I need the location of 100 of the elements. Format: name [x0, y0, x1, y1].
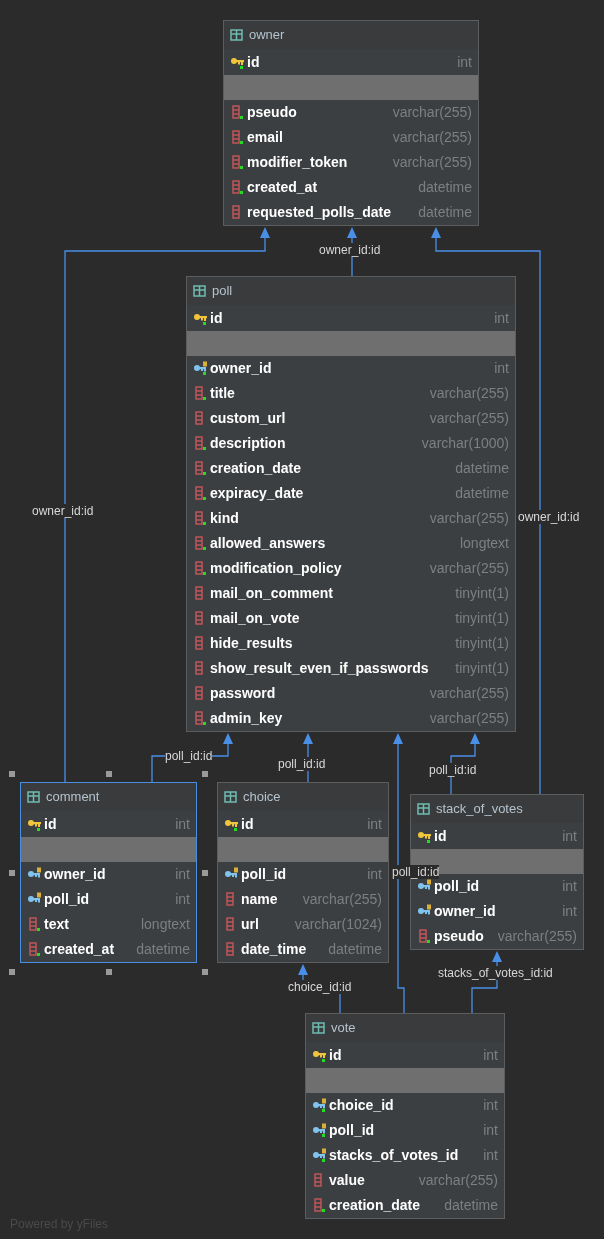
selection-handle[interactable] [202, 771, 208, 777]
column-type: int [367, 814, 382, 834]
table-card[interactable] [186, 276, 516, 732]
column-name: pseudo [434, 927, 484, 946]
column-name: owner_id [434, 902, 496, 921]
column-name: expiracy_date [210, 484, 304, 503]
selection-handle[interactable] [202, 969, 208, 975]
column-type: int [367, 865, 382, 884]
column-name: id [44, 814, 57, 834]
column-type: varchar(1000) [421, 434, 509, 453]
table-name: owner [249, 26, 285, 45]
column-name: modification_policy [210, 559, 342, 578]
relation-label: owner_id:id [319, 243, 381, 257]
column-name: created_at [44, 940, 115, 959]
relation-label: poll_id:id [278, 757, 326, 771]
column-type: int [175, 890, 190, 909]
column-name: id [210, 308, 223, 328]
column-name: kind [210, 509, 239, 528]
column-name: creation_date [329, 1196, 421, 1215]
column-type: tinyint(1) [455, 659, 509, 678]
relation-label: owner_id:id [518, 510, 580, 524]
column-name: choice_id [329, 1096, 394, 1115]
column-name: stacks_of_votes_id [329, 1146, 459, 1165]
column-name: show_result_even_if_passwords [210, 659, 429, 678]
column-type: int [494, 308, 509, 328]
column-name: creation_date [210, 459, 302, 478]
column-type: int [562, 902, 577, 921]
column-name: date_time [241, 940, 307, 959]
column-name: email [247, 128, 283, 147]
column-type: varchar(255) [429, 559, 509, 578]
column-type: datetime [444, 1196, 498, 1215]
column-name: description [210, 434, 286, 453]
column-type: varchar(255) [429, 509, 509, 528]
relation-label: stacks_of_votes_id:id [438, 966, 553, 980]
column-type: int [457, 52, 472, 72]
column-name: name [241, 890, 278, 909]
column-type: int [483, 1096, 498, 1115]
column-type: varchar(1024) [294, 915, 382, 934]
column-type: varchar(255) [429, 684, 509, 703]
table-card[interactable]: vote id int choice_id int poll_id int stacks_of_votes_id int value varchar(255) creation_date datetime [305, 1013, 505, 1219]
column-name: value [329, 1171, 365, 1190]
selection-handle[interactable] [9, 771, 15, 777]
column-type: datetime [418, 203, 472, 222]
column-type: tinyint(1) [455, 584, 509, 603]
column-type: varchar(255) [302, 890, 382, 909]
column-name: allowed_answers [210, 534, 326, 553]
column-type: int [175, 814, 190, 834]
column-name: id [434, 826, 447, 846]
column-type: int [494, 359, 509, 378]
column-type: datetime [455, 459, 509, 478]
column-name: title [210, 384, 235, 403]
column-type: varchar(255) [429, 709, 509, 728]
column-type: int [175, 865, 190, 884]
column-name: mail_on_vote [210, 609, 300, 628]
table-icon [230, 29, 243, 41]
column-type: int [483, 1146, 498, 1165]
column-type: datetime [455, 484, 509, 503]
table-name: poll [212, 282, 233, 301]
relation-label: poll_id:id [392, 865, 440, 879]
column-name: id [241, 814, 254, 834]
table-icon [417, 803, 430, 815]
table-icon [193, 285, 206, 297]
column-name: poll_id [241, 865, 287, 884]
column-type: int [483, 1121, 498, 1140]
table-card[interactable]: owner id int pseudo varchar(255) email varchar(255) modifier_token varchar(255) created_at datetime requested_polls_date datetime [223, 20, 479, 226]
column-type: int [562, 877, 577, 896]
column-type: varchar(255) [429, 384, 509, 403]
table-card[interactable]: comment id int owner_id int poll_id int text longtext created_at datetime [20, 782, 197, 963]
column-name: modifier_token [247, 153, 348, 172]
selection-handle[interactable] [202, 870, 208, 876]
column-name: created_at [247, 178, 318, 197]
column-name: text [44, 915, 69, 934]
relation-label: poll_id:id [165, 749, 213, 763]
column-type: varchar(255) [392, 153, 472, 172]
table-name: choice [243, 788, 281, 807]
column-name: owner_id [44, 865, 106, 884]
column-type: varchar(255) [392, 128, 472, 147]
column-name: pseudo [247, 103, 297, 122]
column-name: poll_id [434, 878, 480, 896]
column-name: admin_key [210, 709, 283, 728]
column-type: longtext [459, 534, 509, 553]
column-name: id [247, 52, 260, 72]
column-type: longtext [140, 915, 190, 934]
column-type: tinyint(1) [455, 609, 509, 628]
column-name: id [329, 1045, 342, 1065]
column-type: varchar(255) [429, 409, 509, 428]
selection-handle[interactable] [9, 969, 15, 975]
selection-handle[interactable] [9, 870, 15, 876]
column-name: requested_polls_date [247, 203, 391, 222]
column-name: url [241, 915, 259, 934]
table-name: comment [46, 788, 100, 807]
table-card[interactable]: choice id int poll_id int name varchar(255) url varchar(1024) date_time datetime [217, 782, 389, 963]
relation-label: choice_id:id [288, 980, 352, 994]
column-type: datetime [136, 940, 190, 959]
selection-handle[interactable] [105, 969, 112, 975]
column-type: varchar(255) [392, 103, 472, 122]
relation-label: poll_id:id [429, 763, 477, 777]
column-name: mail_on_comment [210, 584, 333, 603]
column-type: datetime [328, 940, 382, 959]
selection-handle[interactable] [105, 771, 112, 777]
